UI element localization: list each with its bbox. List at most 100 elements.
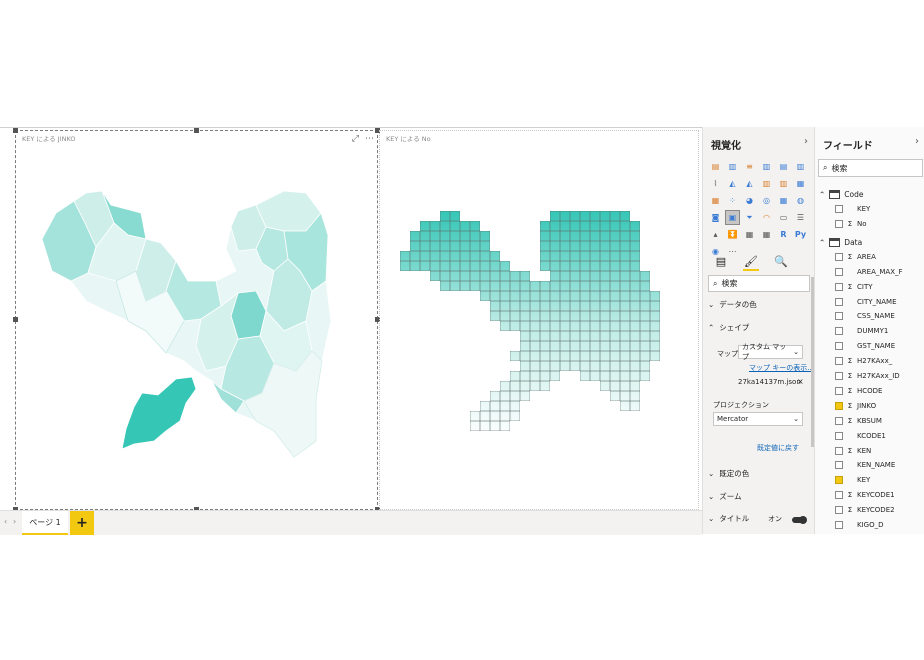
funnel-icon[interactable]: ⏷ (742, 210, 757, 225)
page-tab-1[interactable]: ページ 1 (22, 511, 68, 535)
r-script-visual-icon[interactable]: R (776, 227, 791, 242)
field-checkbox[interactable] (835, 431, 843, 440)
field-checkbox[interactable] (835, 219, 843, 228)
next-page-icon[interactable]: › (13, 517, 16, 526)
close-icon[interactable]: × (797, 377, 804, 386)
card-icon[interactable]: ▭ (776, 210, 791, 225)
field-checkbox[interactable] (835, 342, 843, 351)
collapse-pane-icon[interactable]: › (915, 136, 919, 147)
field-item[interactable]: Σ AREA (835, 252, 876, 261)
tile-grid[interactable] (380, 131, 698, 509)
field-item[interactable]: GST_NAME (835, 342, 895, 351)
pie-chart-icon[interactable]: ◕ (742, 193, 757, 208)
field-checkbox[interactable] (835, 461, 843, 470)
stacked-bar-chart-icon[interactable]: ▤ (708, 159, 723, 174)
table-group[interactable]: ⌃ Code (819, 190, 864, 199)
clustered-bar-chart-icon[interactable]: ≡ (742, 159, 757, 174)
fields-tool-icon[interactable]: ▤ (713, 253, 729, 269)
field-item[interactable]: Σ KBSUM (835, 416, 882, 425)
field-checkbox[interactable] (835, 267, 843, 276)
section-title[interactable]: ⌄ タイトル (708, 513, 749, 524)
field-item[interactable]: Σ KEN (835, 446, 871, 455)
scatter-chart-icon[interactable]: ⁘ (725, 193, 740, 208)
shape-map-icon[interactable]: ▣ (725, 210, 740, 225)
field-item[interactable]: KIGO_D (835, 521, 883, 529)
matrix-icon[interactable]: ▦ (759, 227, 774, 242)
field-checkbox[interactable] (835, 491, 843, 500)
filled-map-icon[interactable]: ◙ (708, 210, 723, 225)
line-chart-icon[interactable]: ⌇ (708, 176, 723, 191)
line-clustered-column-icon[interactable]: ▥ (776, 176, 791, 191)
field-item[interactable]: Σ H27KAxx_ (835, 357, 892, 366)
field-item[interactable]: KEN_NAME (835, 461, 895, 470)
field-checkbox[interactable] (835, 401, 843, 410)
section-zoom[interactable]: ⌄ ズーム (708, 491, 742, 502)
python-visual-icon[interactable]: Py (793, 227, 808, 242)
fields-search-input[interactable]: ⌕ 検索 (818, 159, 923, 177)
section-shape[interactable]: ⌃ シェイプ (708, 322, 749, 333)
section-default-colors[interactable]: ⌄ 既定の色 (708, 468, 749, 479)
donut-chart-icon[interactable]: ◎ (759, 193, 774, 208)
field-checkbox[interactable] (835, 476, 843, 485)
field-checkbox[interactable] (835, 386, 843, 395)
field-checkbox[interactable] (835, 372, 843, 380)
field-item[interactable]: Σ KEYCODE2 (835, 506, 895, 515)
field-checkbox[interactable] (835, 252, 843, 261)
table-group[interactable]: ⌃ Data (819, 237, 862, 247)
analytics-icon[interactable]: 🔍 (773, 253, 789, 269)
gauge-icon[interactable]: ◠ (759, 210, 774, 225)
field-item[interactable]: CITY_NAME (835, 297, 897, 306)
field-item[interactable]: Σ JINKO (835, 401, 876, 410)
map-type-dropdown[interactable]: カスタム マップ ⌄ (738, 343, 803, 361)
field-checkbox[interactable] (835, 282, 843, 291)
map-keys-link[interactable]: マップ キーの表示... (749, 363, 814, 373)
field-item[interactable]: AREA_MAX_F (835, 267, 903, 276)
field-checkbox[interactable] (835, 357, 843, 366)
kpi-icon[interactable]: ▴ (708, 227, 723, 242)
field-item[interactable]: KEY (835, 205, 870, 213)
field-item[interactable]: KCODE1 (835, 431, 886, 440)
area-chart-icon[interactable]: ◭ (725, 176, 740, 191)
field-item[interactable]: KEY (835, 476, 870, 485)
add-page-button[interactable]: + (70, 511, 94, 535)
section-data-colors[interactable]: ⌄ データの色 (708, 299, 757, 310)
title-toggle[interactable] (792, 516, 807, 524)
field-item[interactable]: Σ No (835, 219, 867, 228)
field-item[interactable]: Σ KEYCODE1 (835, 491, 895, 500)
map-icon[interactable]: ◍ (793, 193, 808, 208)
tile-grid-map[interactable] (380, 131, 698, 509)
slicer-icon[interactable]: ⏬ (725, 227, 740, 242)
map-region-highest[interactable] (121, 376, 197, 450)
field-checkbox[interactable] (835, 521, 843, 529)
field-item[interactable]: DUMMY1 (835, 327, 888, 336)
100-column-chart-icon[interactable]: ▥ (793, 159, 808, 174)
waterfall-chart-icon[interactable]: ▦ (708, 193, 723, 208)
field-checkbox[interactable] (835, 312, 843, 321)
field-checkbox[interactable] (835, 205, 843, 213)
clustered-column-chart-icon[interactable]: ▥ (759, 159, 774, 174)
field-item[interactable]: Σ H27KAxx_ID (835, 372, 900, 380)
field-item[interactable]: Σ HCODE (835, 386, 882, 395)
field-checkbox[interactable] (835, 446, 843, 455)
prev-page-icon[interactable]: ‹ (4, 517, 7, 526)
stacked-column-chart-icon[interactable]: ▥ (725, 159, 740, 174)
stacked-area-chart-icon[interactable]: ◭ (742, 176, 757, 191)
projection-dropdown[interactable]: Mercator ⌄ (713, 412, 803, 426)
filled-map-visual[interactable]: KEY による JINKO ⤢ ⋯ (13, 128, 380, 512)
format-paint-roller-icon[interactable]: 🖌 (743, 253, 759, 271)
ribbon-chart-icon[interactable]: ▦ (793, 176, 808, 191)
field-item[interactable]: CSS_NAME (835, 312, 895, 321)
100-bar-chart-icon[interactable]: ▤ (776, 159, 791, 174)
multi-row-card-icon[interactable]: ☰ (793, 210, 808, 225)
treemap-icon[interactable]: ▦ (776, 193, 791, 208)
reset-default-link[interactable]: 既定値に戻す (757, 443, 799, 453)
field-checkbox[interactable] (835, 506, 843, 515)
tile-map-visual[interactable]: KEY による No (379, 130, 699, 510)
field-item[interactable]: Σ CITY (835, 282, 873, 291)
field-checkbox[interactable] (835, 297, 843, 306)
field-checkbox[interactable] (835, 327, 843, 336)
collapse-pane-icon[interactable]: › (804, 136, 808, 147)
line-column-chart-icon[interactable]: ▥ (759, 176, 774, 191)
choropleth-map[interactable] (16, 131, 377, 509)
field-checkbox[interactable] (835, 416, 843, 425)
